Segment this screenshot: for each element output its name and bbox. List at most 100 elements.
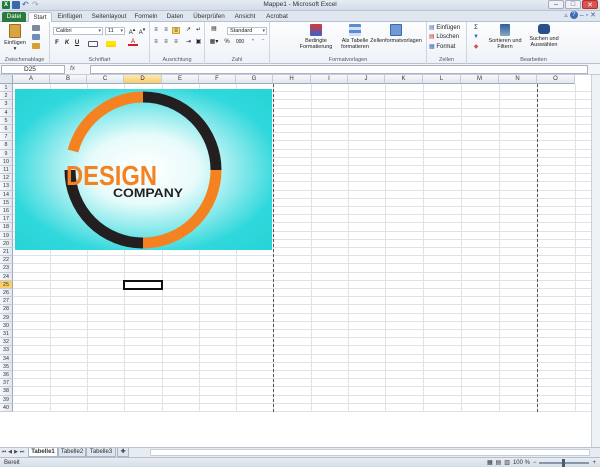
zoom-level[interactable]: 100 %: [513, 458, 530, 467]
align-right-icon[interactable]: ≡: [172, 39, 180, 46]
row-header-1[interactable]: 1: [0, 84, 13, 93]
minimize-button[interactable]: –: [548, 0, 564, 9]
align-center-icon[interactable]: ≡: [162, 39, 170, 46]
column-header-c[interactable]: C: [87, 75, 124, 84]
row-header-6[interactable]: 6: [0, 125, 13, 134]
last-sheet-icon[interactable]: ⏭: [19, 449, 25, 456]
name-box[interactable]: D25: [1, 65, 65, 74]
sheet-tab-1[interactable]: Tabelle1: [28, 448, 58, 457]
copy-icon[interactable]: [32, 34, 40, 40]
merge-center-icon[interactable]: ▣: [194, 39, 203, 46]
design-company-logo[interactable]: DESIGN COMPANY: [15, 89, 272, 250]
column-header-l[interactable]: L: [423, 75, 461, 84]
row-header-10[interactable]: 10: [0, 157, 13, 166]
percent-button[interactable]: %: [223, 39, 231, 46]
format-as-table-button[interactable]: Als Tabelle formatieren: [338, 24, 372, 50]
tab-start[interactable]: Start: [28, 12, 52, 22]
column-header-e[interactable]: E: [162, 75, 199, 84]
column-header-b[interactable]: B: [50, 75, 87, 84]
align-top-icon[interactable]: ≡: [152, 27, 160, 34]
tab-formulas[interactable]: Formeln: [132, 12, 160, 22]
row-header-20[interactable]: 20: [0, 239, 13, 248]
row-header-5[interactable]: 5: [0, 116, 13, 125]
column-header-k[interactable]: K: [385, 75, 423, 84]
row-header-39[interactable]: 39: [0, 395, 13, 404]
row-header-35[interactable]: 35: [0, 362, 13, 371]
conditional-formatting-button[interactable]: Bedingte Formatierung: [294, 24, 338, 50]
thousands-button[interactable]: 000: [233, 39, 247, 46]
grow-font-icon[interactable]: A▴: [128, 27, 136, 36]
insert-function-button[interactable]: fx: [70, 65, 75, 72]
ribbon-collapse-icon[interactable]: ▵: [564, 11, 568, 19]
tab-review[interactable]: Überprüfen: [190, 12, 228, 22]
row-header-33[interactable]: 33: [0, 346, 13, 355]
tab-acrobat[interactable]: Acrobat: [262, 12, 292, 22]
format-painter-icon[interactable]: [32, 43, 40, 49]
font-color-icon[interactable]: A: [128, 39, 138, 46]
number-format-select[interactable]: Standard: [227, 27, 267, 35]
row-header-19[interactable]: 19: [0, 231, 13, 240]
sort-filter-button[interactable]: Sortieren und Filtern: [485, 24, 525, 50]
row-header-36[interactable]: 36: [0, 371, 13, 380]
row-header-24[interactable]: 24: [0, 272, 13, 281]
vertical-scrollbar[interactable]: [591, 75, 600, 447]
align-bottom-icon[interactable]: ≡: [172, 27, 180, 34]
view-pagebreak-icon[interactable]: ▥: [504, 458, 510, 467]
tab-page-layout[interactable]: Seitenlayout: [88, 12, 130, 22]
column-header-i[interactable]: I: [311, 75, 348, 84]
column-header-m[interactable]: M: [461, 75, 499, 84]
borders-icon[interactable]: [88, 41, 98, 47]
active-cell[interactable]: [123, 279, 163, 290]
select-all-corner[interactable]: [0, 75, 13, 84]
column-header-h[interactable]: H: [273, 75, 311, 84]
tab-file[interactable]: Datei: [2, 12, 26, 22]
row-header-27[interactable]: 27: [0, 297, 13, 306]
column-header-a[interactable]: A: [13, 75, 50, 84]
horizontal-scrollbar[interactable]: [150, 449, 590, 456]
zoom-slider[interactable]: [539, 459, 590, 467]
row-header-2[interactable]: 2: [0, 92, 13, 101]
row-header-16[interactable]: 16: [0, 207, 13, 216]
row-header-22[interactable]: 22: [0, 256, 13, 265]
help-icon[interactable]: ?: [569, 11, 578, 19]
row-header-7[interactable]: 7: [0, 133, 13, 142]
row-header-38[interactable]: 38: [0, 387, 13, 396]
sheet-tab-2[interactable]: Tabelle2: [58, 448, 86, 457]
row-header-11[interactable]: 11: [0, 166, 13, 175]
zoom-out-icon[interactable]: −: [533, 458, 537, 467]
autosum-button[interactable]: Σ: [471, 25, 481, 32]
row-header-28[interactable]: 28: [0, 305, 13, 314]
increase-decimal-icon[interactable]: ⁺: [249, 39, 257, 46]
wrap-text-icon[interactable]: ↵: [194, 27, 203, 34]
indent-icon[interactable]: ⇥: [184, 39, 193, 46]
row-header-37[interactable]: 37: [0, 379, 13, 388]
column-header-o[interactable]: O: [537, 75, 575, 84]
row-header-31[interactable]: 31: [0, 330, 13, 339]
tab-insert[interactable]: Einfügen: [54, 12, 86, 22]
doc-close-icon[interactable]: ✕: [590, 11, 596, 19]
row-header-25[interactable]: 25: [0, 280, 13, 289]
row-header-26[interactable]: 26: [0, 289, 13, 298]
row-header-4[interactable]: 4: [0, 108, 13, 117]
align-middle-icon[interactable]: ≡: [162, 27, 170, 34]
column-header-d[interactable]: D: [124, 75, 162, 84]
doc-restore-icon[interactable]: ▫: [586, 12, 588, 19]
column-header-f[interactable]: F: [199, 75, 236, 84]
currency-icon[interactable]: ▦▾: [208, 39, 220, 46]
sheet-tab-3[interactable]: Tabelle3: [86, 448, 116, 457]
tab-data[interactable]: Daten: [162, 12, 188, 22]
doc-minimize-icon[interactable]: –: [580, 12, 584, 19]
fill-icon[interactable]: ▼: [471, 34, 481, 41]
row-header-9[interactable]: 9: [0, 149, 13, 158]
paste-button[interactable]: Einfügen ▾: [3, 24, 27, 52]
row-header-12[interactable]: 12: [0, 174, 13, 183]
row-header-14[interactable]: 14: [0, 190, 13, 199]
row-header-40[interactable]: 40: [0, 403, 13, 412]
maximize-button[interactable]: □: [565, 0, 581, 9]
clear-icon[interactable]: ◆: [471, 44, 481, 51]
formula-input[interactable]: [90, 65, 588, 74]
delete-cells-button[interactable]: ▤ Löschen: [429, 34, 465, 41]
row-header-23[interactable]: 23: [0, 264, 13, 273]
view-layout-icon[interactable]: ▤: [496, 458, 502, 467]
tab-view[interactable]: Ansicht: [230, 12, 260, 22]
